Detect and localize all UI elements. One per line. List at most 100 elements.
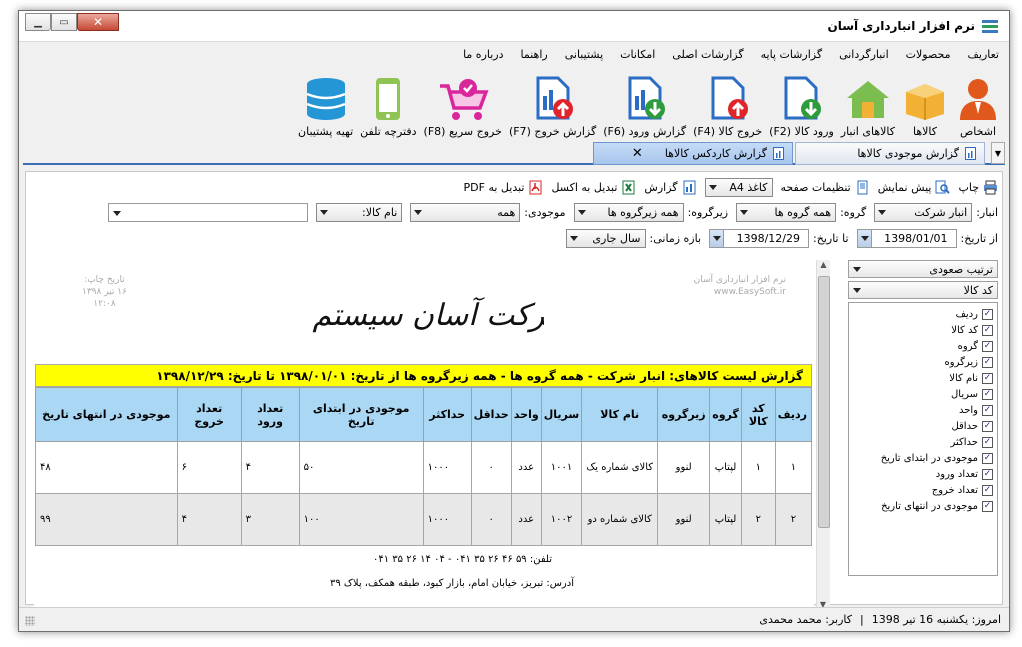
subgroup-select[interactable]: همه زیرگروه ها bbox=[573, 202, 684, 222]
backup-button[interactable]: تهیه پشتیبان bbox=[298, 76, 353, 138]
checkbox-checked-icon[interactable]: ✓ bbox=[982, 404, 993, 416]
column-checkbox[interactable]: ✓ نام کالا bbox=[849, 370, 997, 386]
checkbox-checked-icon[interactable]: ✓ bbox=[982, 500, 993, 512]
column-header: گروه bbox=[709, 387, 742, 442]
checkbox-checked-icon[interactable]: ✓ bbox=[982, 484, 993, 496]
report-panel: چاپ پیش نمایش تنظیمات صفحه کاغذ A4 گزارش… bbox=[25, 171, 1003, 614]
tab-cardex-report[interactable]: گزارش کاردکس کالاها ✕ bbox=[593, 142, 793, 165]
scroll-up-icon[interactable]: ▲ bbox=[817, 260, 830, 274]
checkbox-checked-icon[interactable]: ✓ bbox=[982, 340, 993, 352]
minimize-button[interactable]: ▁ bbox=[25, 13, 51, 31]
group-select[interactable]: همه گروه ها bbox=[736, 202, 837, 222]
chevron-down-icon bbox=[320, 209, 329, 215]
tab-list-dropdown[interactable]: ▼ bbox=[991, 142, 1005, 164]
checkbox-checked-icon[interactable]: ✓ bbox=[982, 324, 993, 336]
menu-about[interactable]: درباره ما bbox=[463, 48, 503, 61]
checkbox-checked-icon[interactable]: ✓ bbox=[982, 388, 993, 400]
out-report-button[interactable]: گزارش خروج (F7) bbox=[509, 76, 596, 138]
quick-out-button[interactable]: خروج سریع (F8) bbox=[424, 76, 502, 138]
column-checkbox[interactable]: ✓ حداکثر bbox=[849, 434, 997, 450]
column-checkbox[interactable]: ✓ گروه bbox=[849, 338, 997, 354]
stock-select[interactable]: همه bbox=[410, 202, 521, 222]
checkbox-checked-icon[interactable]: ✓ bbox=[982, 452, 993, 464]
report-toolbar: چاپ پیش نمایش تنظیمات صفحه کاغذ A4 گزارش… bbox=[30, 176, 998, 198]
column-checkbox[interactable]: ✓ کد کالا bbox=[849, 322, 997, 338]
column-header: زیرگروه bbox=[657, 387, 711, 442]
column-header: واحد bbox=[510, 387, 542, 442]
document-tabs: ▼ گزارش موجودی کالاها گزارش کاردکس کالاه… bbox=[23, 139, 1005, 165]
calendar-dropdown-icon[interactable] bbox=[710, 229, 725, 247]
menu-definitions[interactable]: تعاریف bbox=[968, 48, 999, 61]
status-user: کاربر: محمد محمدی bbox=[759, 613, 852, 626]
preview-button[interactable]: پیش نمایش bbox=[878, 180, 951, 195]
warehouse-select[interactable]: انبار شرکت bbox=[874, 202, 973, 222]
in-report-button[interactable]: گزارش ورود (F6) bbox=[603, 76, 686, 138]
page-setup-icon bbox=[857, 180, 868, 194]
column-checkbox[interactable]: ✓ موجودی در ابتدای تاریخ bbox=[849, 450, 997, 466]
export-pdf-button[interactable]: تبدیل به PDF bbox=[464, 180, 544, 195]
report-button[interactable]: گزارش bbox=[644, 180, 696, 195]
export-excel-button[interactable]: تبدیل به اکسل bbox=[551, 180, 636, 195]
goods-out-button[interactable]: خروج کالا (F4) bbox=[693, 76, 762, 138]
print-button[interactable]: چاپ bbox=[958, 180, 998, 195]
window-title: نرم افزار انبارداری آسان bbox=[827, 19, 975, 33]
menu-help[interactable]: راهنما bbox=[521, 48, 548, 61]
calendar-dropdown-icon[interactable] bbox=[857, 229, 872, 247]
persons-button[interactable]: اشخاص bbox=[955, 76, 1001, 138]
phone-icon bbox=[376, 78, 401, 120]
column-header: ردیف bbox=[774, 387, 813, 442]
column-checkbox[interactable]: ✓ زیرگروه bbox=[849, 354, 997, 370]
checkbox-checked-icon[interactable]: ✓ bbox=[982, 420, 993, 432]
sort-order-select[interactable]: ترتیب صعودی bbox=[848, 260, 998, 278]
menu-basic-reports[interactable]: گزارشات پایه bbox=[761, 48, 822, 61]
phonebook-button[interactable]: دفترچه تلفن bbox=[360, 76, 417, 138]
close-tab-icon[interactable]: ✕ bbox=[632, 146, 643, 161]
column-checkbox[interactable]: ✓ موجودی در انتهای تاریخ bbox=[849, 498, 997, 514]
chevron-down-icon bbox=[708, 184, 717, 190]
column-checkbox[interactable]: ✓ حداقل bbox=[849, 418, 997, 434]
to-date-input[interactable]: 1398/12/29 bbox=[709, 228, 810, 248]
menu-support[interactable]: پشتیبانی bbox=[565, 48, 603, 61]
column-header: تعداد ورود bbox=[240, 387, 300, 442]
preview-scrollbar[interactable]: ▲ ▼ bbox=[816, 260, 830, 614]
column-checkbox[interactable]: ✓ ردیف bbox=[849, 306, 997, 322]
from-date-input[interactable]: 1398/01/01 bbox=[856, 228, 957, 248]
checkbox-checked-icon[interactable]: ✓ bbox=[982, 308, 993, 320]
company-address: آدرس: تبریز، خیابان امام، بازار کبود، طب… bbox=[329, 578, 574, 589]
items-button[interactable]: کالاها bbox=[902, 76, 948, 138]
column-header: کد کالا bbox=[740, 387, 776, 442]
report-doc-icon bbox=[773, 147, 784, 160]
column-header: حداقل bbox=[470, 387, 512, 442]
box-icon bbox=[906, 84, 944, 120]
goods-in-button[interactable]: ورود کالا (F2) bbox=[769, 76, 834, 138]
menu-bar: تعاریف محصولات انبارگردانی گزارشات پایه … bbox=[25, 44, 1003, 64]
column-checkbox[interactable]: ✓ تعداد خروج bbox=[849, 482, 997, 498]
warehouse-items-button[interactable]: کالاهای انبار bbox=[841, 76, 895, 138]
menu-main-reports[interactable]: گزارشات اصلی bbox=[672, 48, 743, 61]
period-select[interactable]: سال جاری bbox=[565, 228, 646, 248]
menu-inventory-count[interactable]: انبارگردانی bbox=[839, 48, 889, 61]
checkbox-checked-icon[interactable]: ✓ bbox=[982, 468, 993, 480]
report-icon bbox=[683, 180, 696, 194]
report-in-icon bbox=[628, 76, 665, 120]
checkbox-checked-icon[interactable]: ✓ bbox=[982, 372, 993, 384]
search-input[interactable] bbox=[108, 202, 309, 222]
column-checkbox[interactable]: ✓ واحد bbox=[849, 402, 997, 418]
checkbox-checked-icon[interactable]: ✓ bbox=[982, 436, 993, 448]
item-name-field-select[interactable]: نام کالا: bbox=[316, 202, 403, 222]
scrollbar-thumb[interactable] bbox=[818, 276, 830, 528]
software-watermark: نرم افزار انبارداری آسان www.EasySoft.ir bbox=[693, 275, 786, 297]
column-checkbox[interactable]: ✓ سریال bbox=[849, 386, 997, 402]
page-setup-button[interactable]: تنظیمات صفحه bbox=[781, 180, 870, 195]
column-checkbox[interactable]: ✓ تعداد ورود bbox=[849, 466, 997, 482]
menu-products[interactable]: محصولات bbox=[906, 48, 951, 61]
menu-features[interactable]: امکانات bbox=[620, 48, 655, 61]
tab-stock-report[interactable]: گزارش موجودی کالاها bbox=[795, 142, 985, 165]
sort-field-select[interactable]: کد کالا bbox=[848, 281, 998, 299]
paper-size-select[interactable]: کاغذ A4 bbox=[704, 177, 773, 197]
close-button[interactable]: ✕ bbox=[77, 13, 119, 31]
maximize-button[interactable]: ▭ bbox=[51, 13, 77, 31]
checkbox-checked-icon[interactable]: ✓ bbox=[982, 356, 993, 368]
resize-grip-icon[interactable] bbox=[25, 616, 35, 626]
app-logo-icon bbox=[982, 20, 998, 33]
